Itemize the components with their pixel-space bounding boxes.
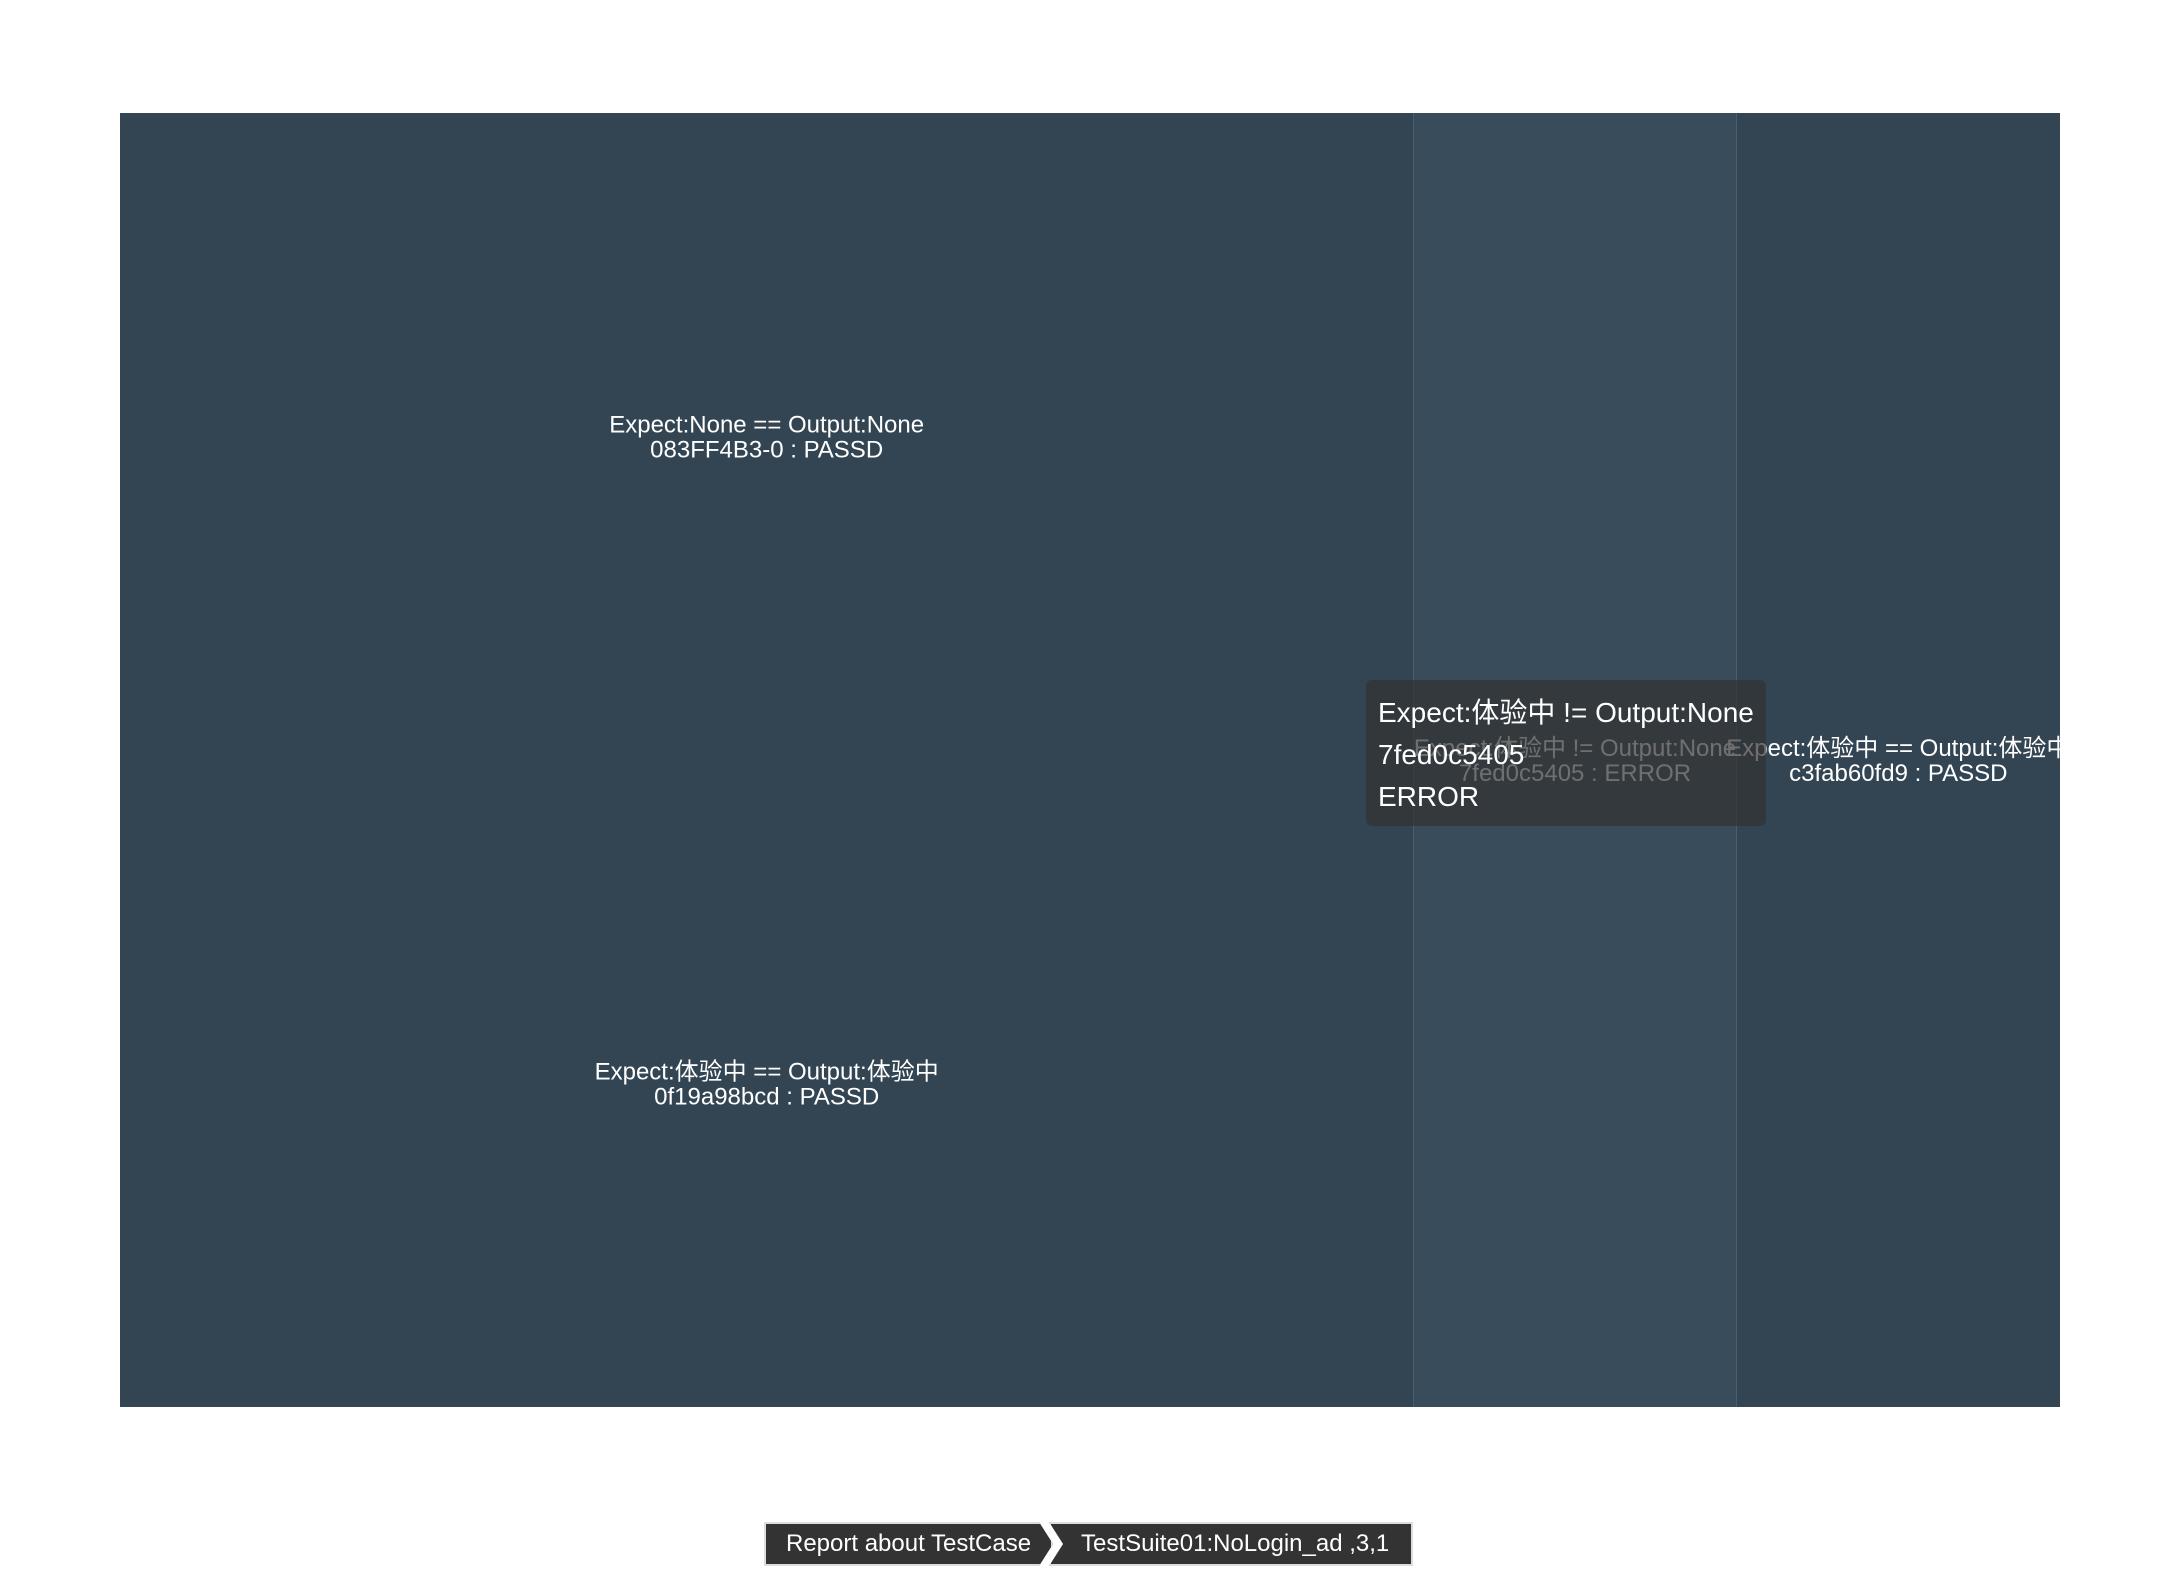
- treemap-label-expect-0f19a98bcd: Expect:体验中 == Output:体验中: [595, 1059, 939, 1086]
- breadcrumb-root[interactable]: Report about TestCase: [764, 1522, 1053, 1566]
- tooltip-line-status: ERROR: [1378, 781, 1480, 812]
- treemap-label-status-c3fab60fd9: c3fab60fd9 : PASSD: [1789, 760, 2007, 787]
- treemap-chart: Expect:None == Output:None083FF4B3-0 : P…: [120, 113, 2070, 1407]
- treemap-cell-0f19a98bcd[interactable]: Expect:体验中 == Output:体验中0f19a98bcd : PAS…: [120, 760, 1414, 1407]
- treemap-label-status-0f19a98bcd: 0f19a98bcd : PASSD: [654, 1084, 879, 1111]
- treemap-layer: Expect:None == Output:None083FF4B3-0 : P…: [120, 113, 2070, 1407]
- treemap-label-expect-c3fab60fd9: Expect:体验中 == Output:体验中: [1726, 735, 2070, 762]
- tooltip: Expect:体验中 != Output:None 7fed0c5405 ERR…: [1366, 680, 1766, 826]
- breadcrumb-current[interactable]: TestSuite01:NoLogin_ad ,3,1: [1049, 1522, 1414, 1566]
- breadcrumb-current-label: TestSuite01:NoLogin_ad ,3,1: [1081, 1530, 1390, 1557]
- breadcrumb-root-label: Report about TestCase: [786, 1530, 1032, 1557]
- tooltip-line-id: 7fed0c5405: [1378, 739, 1525, 770]
- breadcrumb: Report about TestCase TestSuite01:NoLogi…: [764, 1522, 1414, 1566]
- treemap-label-status-083FF4B3-0: 083FF4B3-0 : PASSD: [650, 437, 883, 464]
- tooltip-line-expect: Expect:体验中 != Output:None: [1378, 697, 1754, 728]
- treemap-cell-083FF4B3-0[interactable]: Expect:None == Output:None083FF4B3-0 : P…: [120, 113, 1414, 760]
- treemap-label-expect-083FF4B3-0: Expect:None == Output:None: [609, 412, 924, 439]
- treemap-cell-c3fab60fd9[interactable]: Expect:体验中 == Output:体验中c3fab60fd9 : PAS…: [1726, 113, 2070, 1407]
